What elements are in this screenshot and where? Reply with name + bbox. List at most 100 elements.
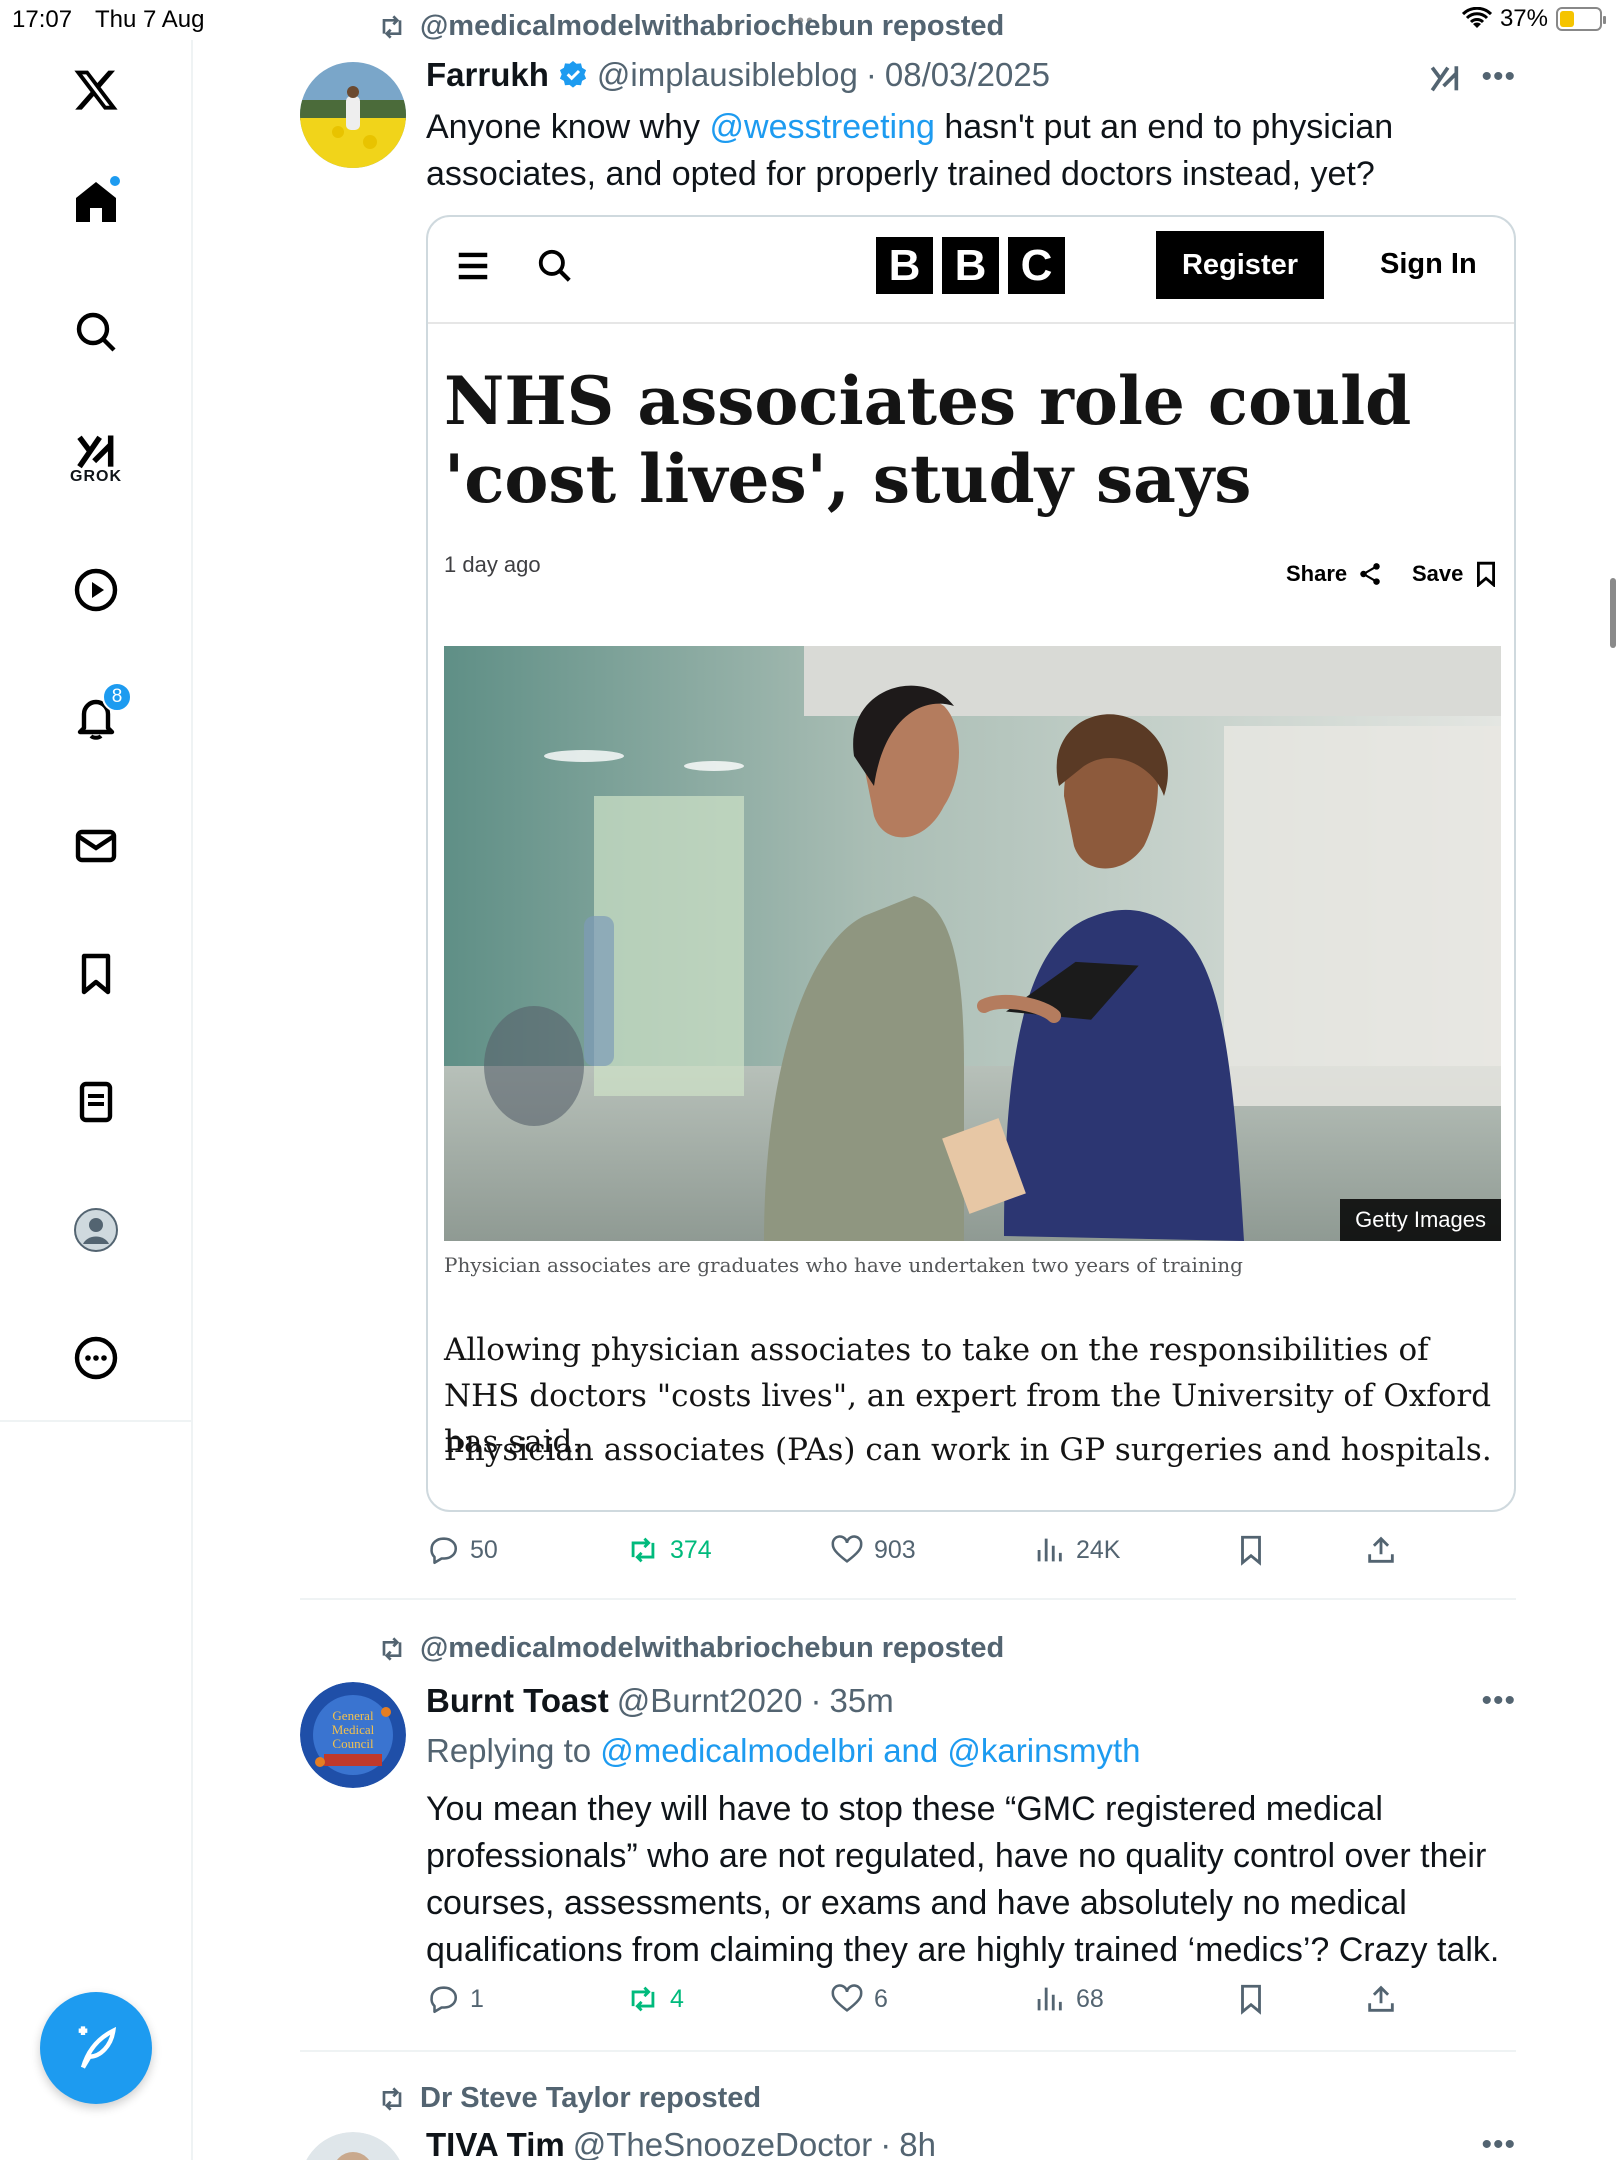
battery-level [1560, 11, 1575, 27]
display-name[interactable]: TIVA Tim [426, 2126, 565, 2160]
bbc-logo[interactable]: B B C [876, 237, 1065, 294]
play-icon [74, 568, 118, 612]
handle[interactable]: @TheSnoozeDoctor [573, 2126, 872, 2160]
nav-profile[interactable] [56, 1190, 136, 1270]
save-button[interactable]: Save [1412, 561, 1499, 587]
share-button[interactable]: Share [1286, 561, 1383, 587]
post-actions: 1 4 6 68 [426, 1982, 1516, 2022]
view-count: 68 [1076, 1984, 1104, 2013]
repost-icon [631, 1986, 655, 2012]
timestamp[interactable]: 8h [899, 2126, 936, 2160]
post-header: TIVA Tim @TheSnoozeDoctor · 8h [426, 2126, 936, 2160]
display-name[interactable]: Burnt Toast [426, 1682, 609, 1720]
repost-label: @medicalmodelwithabriochebun reposted [420, 10, 1005, 42]
like-button[interactable]: 6 [830, 1982, 888, 2016]
view-count: 24K [1076, 1535, 1121, 1564]
article-paragraph: Physician associates (PAs) can work in G… [444, 1432, 1492, 1468]
nav-video[interactable] [56, 550, 136, 630]
bookmark-button[interactable] [1234, 1982, 1268, 2016]
bookmark-icon [1477, 561, 1496, 587]
more-options-icon[interactable]: ••• [1481, 1684, 1516, 1718]
nav-explore[interactable] [56, 292, 136, 372]
views-button[interactable]: 24K [1032, 1533, 1120, 1567]
repost-button[interactable]: 4 [626, 1982, 684, 2016]
repost-icon [382, 1636, 402, 1661]
home-unread-dot [108, 174, 122, 188]
post[interactable]: @medicalmodelwithabriochebun reposted Ge… [300, 1620, 1516, 2052]
avatar[interactable] [300, 2132, 406, 2160]
mention-link[interactable]: @wesstreeting [710, 108, 935, 146]
bookmark-button[interactable] [1234, 1533, 1268, 1567]
nav-more[interactable] [56, 1318, 136, 1398]
repost-button[interactable]: 374 [626, 1533, 712, 1567]
share-upload-icon [1368, 1985, 1394, 2012]
share-label: Share [1286, 561, 1348, 586]
sign-in-button[interactable]: Sign In [1380, 248, 1477, 281]
share-post-button[interactable] [1364, 1533, 1398, 1567]
nav-home[interactable] [56, 162, 136, 242]
nav-bookmarks[interactable] [56, 934, 136, 1014]
verified-badge-icon [559, 61, 586, 88]
display-name[interactable]: Farrukh [426, 56, 549, 94]
repost-icon [382, 14, 402, 39]
image-credit: Getty Images [1340, 1199, 1501, 1241]
scrollbar[interactable] [1610, 578, 1616, 648]
more-options-icon[interactable]: ••• [1481, 60, 1516, 94]
avatar[interactable] [300, 62, 406, 168]
share-post-button[interactable] [1364, 1982, 1398, 2016]
repost-label: @medicalmodelwithabriochebun reposted [420, 1632, 1005, 1664]
list-icon [79, 1081, 113, 1123]
views-chart-icon [1037, 1987, 1062, 2011]
separator: · [880, 2126, 892, 2160]
reply-button[interactable]: 50 [426, 1533, 498, 1567]
bbc-header: B B C Register Sign In [428, 217, 1514, 324]
timestamp[interactable]: 08/03/2025 [885, 56, 1050, 94]
heart-icon [831, 1535, 863, 1563]
nav-notifications[interactable]: 8 [56, 678, 136, 758]
replying-label: Replying to [426, 1732, 601, 1769]
notifications-badge: 8 [102, 682, 132, 712]
link-card[interactable]: B B C Register Sign In NHS associates ro… [426, 215, 1516, 1512]
like-count: 903 [874, 1535, 916, 1564]
avatar-text: Medical [332, 1722, 375, 1737]
sidebar: GROK 8 [0, 40, 193, 2160]
post-actions: 50 374 903 24K [426, 1533, 1516, 1573]
envelope-icon [75, 829, 117, 863]
post-header: Farrukh @implausibleblog · 08/03/2025 [426, 56, 1050, 94]
heart-icon [831, 1984, 863, 2012]
repost-indicator: Dr Steve Taylor reposted [376, 2082, 761, 2115]
search-icon [76, 312, 116, 352]
register-button[interactable]: Register [1156, 231, 1324, 299]
views-button[interactable]: 68 [1032, 1982, 1104, 2016]
handle[interactable]: @Burnt2020 [617, 1682, 803, 1720]
mention-link[interactable]: @medicalmodelbri and @karinsmyth [600, 1732, 1140, 1769]
nav-messages[interactable] [56, 806, 136, 886]
grok-explain-icon[interactable] [1428, 62, 1462, 96]
search-icon[interactable] [536, 247, 574, 285]
x-logo-icon[interactable] [56, 50, 136, 130]
bbc-logo-letter: B [942, 237, 999, 294]
avatar[interactable]: General Medical Council [300, 1682, 406, 1788]
article-time: 1 day ago [444, 552, 541, 577]
nav-grok[interactable]: GROK [56, 418, 136, 498]
separator: · [810, 1682, 822, 1719]
repost-indicator: @medicalmodelwithabriochebun reposted [376, 1632, 1004, 1665]
reply-button[interactable]: 1 [426, 1982, 484, 2016]
text-segment: Anyone know why [426, 108, 710, 146]
reply-count: 1 [470, 1984, 484, 2013]
post[interactable]: Dr Steve Taylor reposted TIVA Tim @TheSn… [300, 2082, 1516, 2160]
profile-avatar-icon [74, 1208, 118, 1252]
repost-icon [631, 1537, 655, 1563]
handle[interactable]: @implausibleblog [597, 56, 858, 94]
repost-count: 4 [670, 1984, 684, 2013]
hamburger-menu-icon[interactable] [454, 247, 492, 285]
compose-post-button[interactable] [40, 1992, 152, 2104]
timestamp[interactable]: 35m [830, 1682, 894, 1720]
repost-indicator: @medicalmodelwithabriochebun reposted [376, 10, 1004, 43]
more-options-icon[interactable]: ••• [1481, 2128, 1516, 2160]
bbc-logo-letter: B [876, 237, 933, 294]
avatar-text: Council [332, 1736, 374, 1751]
nav-lists[interactable] [56, 1062, 136, 1142]
post[interactable]: @medicalmodelwithabriochebun reposted Fa… [300, 0, 1516, 1600]
like-button[interactable]: 903 [830, 1533, 916, 1567]
